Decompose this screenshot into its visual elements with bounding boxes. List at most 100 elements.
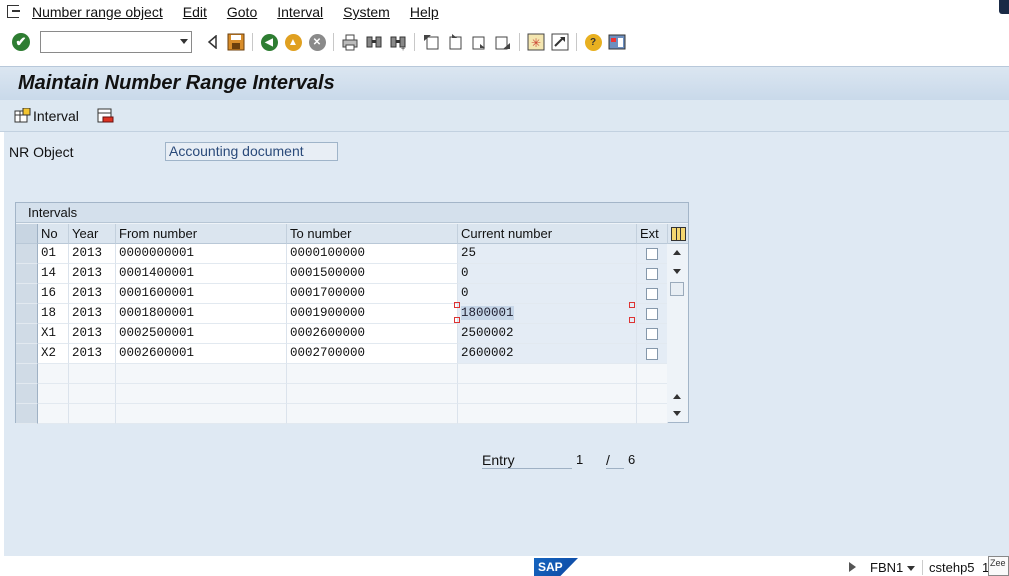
cell-from-number: 0001800001 <box>116 304 287 324</box>
scroll-thumb[interactable] <box>670 282 684 296</box>
ext-checkbox[interactable] <box>646 347 658 360</box>
help-icon[interactable]: ? <box>583 32 603 52</box>
cell-current-number[interactable]: 2600002 <box>458 344 637 364</box>
page-down-icon[interactable] <box>673 411 681 416</box>
status-expand-icon[interactable] <box>849 562 856 572</box>
scroll-up-icon[interactable] <box>673 250 681 255</box>
table-settings-button[interactable] <box>668 224 688 244</box>
column-header-from-number[interactable]: From number <box>116 224 287 244</box>
column-header-current-number[interactable]: Current number <box>458 224 637 244</box>
empty-cell <box>116 384 287 404</box>
cell-ext <box>637 284 668 304</box>
cell-year: 2013 <box>69 264 116 284</box>
row-selector[interactable] <box>16 264 38 284</box>
command-dropdown-icon[interactable] <box>180 39 188 44</box>
ext-checkbox[interactable] <box>646 287 658 300</box>
cell-current-number-selected[interactable]: 1800001 <box>458 304 637 324</box>
menu-number-range-object[interactable]: Number range object <box>32 4 163 20</box>
row-selector[interactable] <box>16 244 38 264</box>
ext-checkbox[interactable] <box>646 307 658 320</box>
column-header-ext[interactable]: Ext <box>637 224 668 244</box>
row-selector[interactable] <box>16 284 38 304</box>
save-icon[interactable] <box>226 32 246 52</box>
menu-edit[interactable]: Edit <box>183 4 207 20</box>
system-menu-icon[interactable] <box>6 3 24 21</box>
cell-from-number: 0002600001 <box>116 344 287 364</box>
cell-from-number: 0000000001 <box>116 244 287 264</box>
cell-year: 2013 <box>69 244 116 264</box>
transaction-dropdown-icon[interactable] <box>907 566 916 572</box>
menu-interval[interactable]: Interval <box>277 4 323 20</box>
intervals-table-title: Intervals <box>16 203 688 223</box>
next-page-icon[interactable] <box>469 32 489 52</box>
cell-current-number[interactable]: 25 <box>458 244 637 264</box>
back-nav-icon[interactable]: ◀ <box>259 32 279 52</box>
shortcut-icon[interactable] <box>550 32 570 52</box>
last-page-icon[interactable] <box>493 32 513 52</box>
transaction-code[interactable]: FBN1 <box>870 560 916 575</box>
find-next-icon[interactable]: + <box>388 32 408 52</box>
transaction-code-text: FBN1 <box>870 560 904 575</box>
cell-year: 2013 <box>69 324 116 344</box>
new-session-icon[interactable]: ✳ <box>526 32 546 52</box>
row-selector[interactable] <box>16 364 38 384</box>
find-icon[interactable] <box>364 32 384 52</box>
interval-button[interactable]: Interval <box>14 107 79 124</box>
row-selector[interactable] <box>16 344 38 364</box>
cell-current-number[interactable]: 2500002 <box>458 324 637 344</box>
cell-no: 14 <box>38 264 69 284</box>
window-corner-icon <box>999 0 1009 14</box>
layout-icon[interactable] <box>607 32 627 52</box>
command-field[interactable] <box>40 31 192 53</box>
table-scrollbar[interactable] <box>667 244 688 422</box>
empty-cell <box>69 364 116 384</box>
empty-cell <box>458 364 637 384</box>
empty-cell <box>69 404 116 424</box>
column-header-year[interactable]: Year <box>69 224 116 244</box>
table-row: 14 2013 0001400001 0001500000 0 <box>16 264 688 284</box>
cell-current-number[interactable]: 0 <box>458 284 637 304</box>
exit-icon[interactable]: ▲ <box>283 32 303 52</box>
first-page-icon[interactable] <box>421 32 441 52</box>
empty-cell <box>287 404 458 424</box>
tooltip-box: Zee <box>988 556 1009 576</box>
empty-cell <box>637 384 668 404</box>
ext-checkbox[interactable] <box>646 267 658 280</box>
print-icon[interactable] <box>340 32 360 52</box>
empty-cell <box>637 364 668 384</box>
row-selector[interactable] <box>16 304 38 324</box>
table-row: 16 2013 0001600001 0001700000 0 <box>16 284 688 304</box>
cell-to-number: 0001900000 <box>287 304 458 324</box>
toolbar-separator <box>414 33 415 51</box>
ext-checkbox[interactable] <box>646 327 658 340</box>
cancel-icon[interactable]: ✕ <box>307 32 327 52</box>
prev-page-icon[interactable] <box>445 32 465 52</box>
page-up-icon[interactable] <box>673 394 681 399</box>
empty-cell <box>458 384 637 404</box>
row-selector[interactable] <box>16 404 38 424</box>
ext-checkbox[interactable] <box>646 247 658 260</box>
empty-cell <box>287 364 458 384</box>
column-header-to-number[interactable]: To number <box>287 224 458 244</box>
row-selector[interactable] <box>16 324 38 344</box>
select-all-cell[interactable] <box>16 224 38 244</box>
cell-no: X1 <box>38 324 69 344</box>
cell-current-number[interactable]: 0 <box>458 264 637 284</box>
menu-help[interactable]: Help <box>410 4 439 20</box>
scroll-down-icon[interactable] <box>673 269 681 274</box>
entry-current[interactable]: 1 <box>576 452 592 469</box>
delete-interval-button[interactable] <box>97 108 116 124</box>
empty-cell <box>458 404 637 424</box>
enter-icon[interactable]: ✔ <box>12 33 30 51</box>
command-input[interactable] <box>41 32 191 52</box>
back-icon[interactable] <box>202 32 222 52</box>
row-selector[interactable] <box>16 384 38 404</box>
cell-year: 2013 <box>69 344 116 364</box>
cell-to-number: 0001700000 <box>287 284 458 304</box>
title-bar: Maintain Number Range Intervals <box>0 66 1009 100</box>
menu-system[interactable]: System <box>343 4 390 20</box>
cell-from-number: 0001600001 <box>116 284 287 304</box>
menu-goto[interactable]: Goto <box>227 4 257 20</box>
cell-year: 2013 <box>69 304 116 324</box>
column-header-no[interactable]: No <box>38 224 69 244</box>
